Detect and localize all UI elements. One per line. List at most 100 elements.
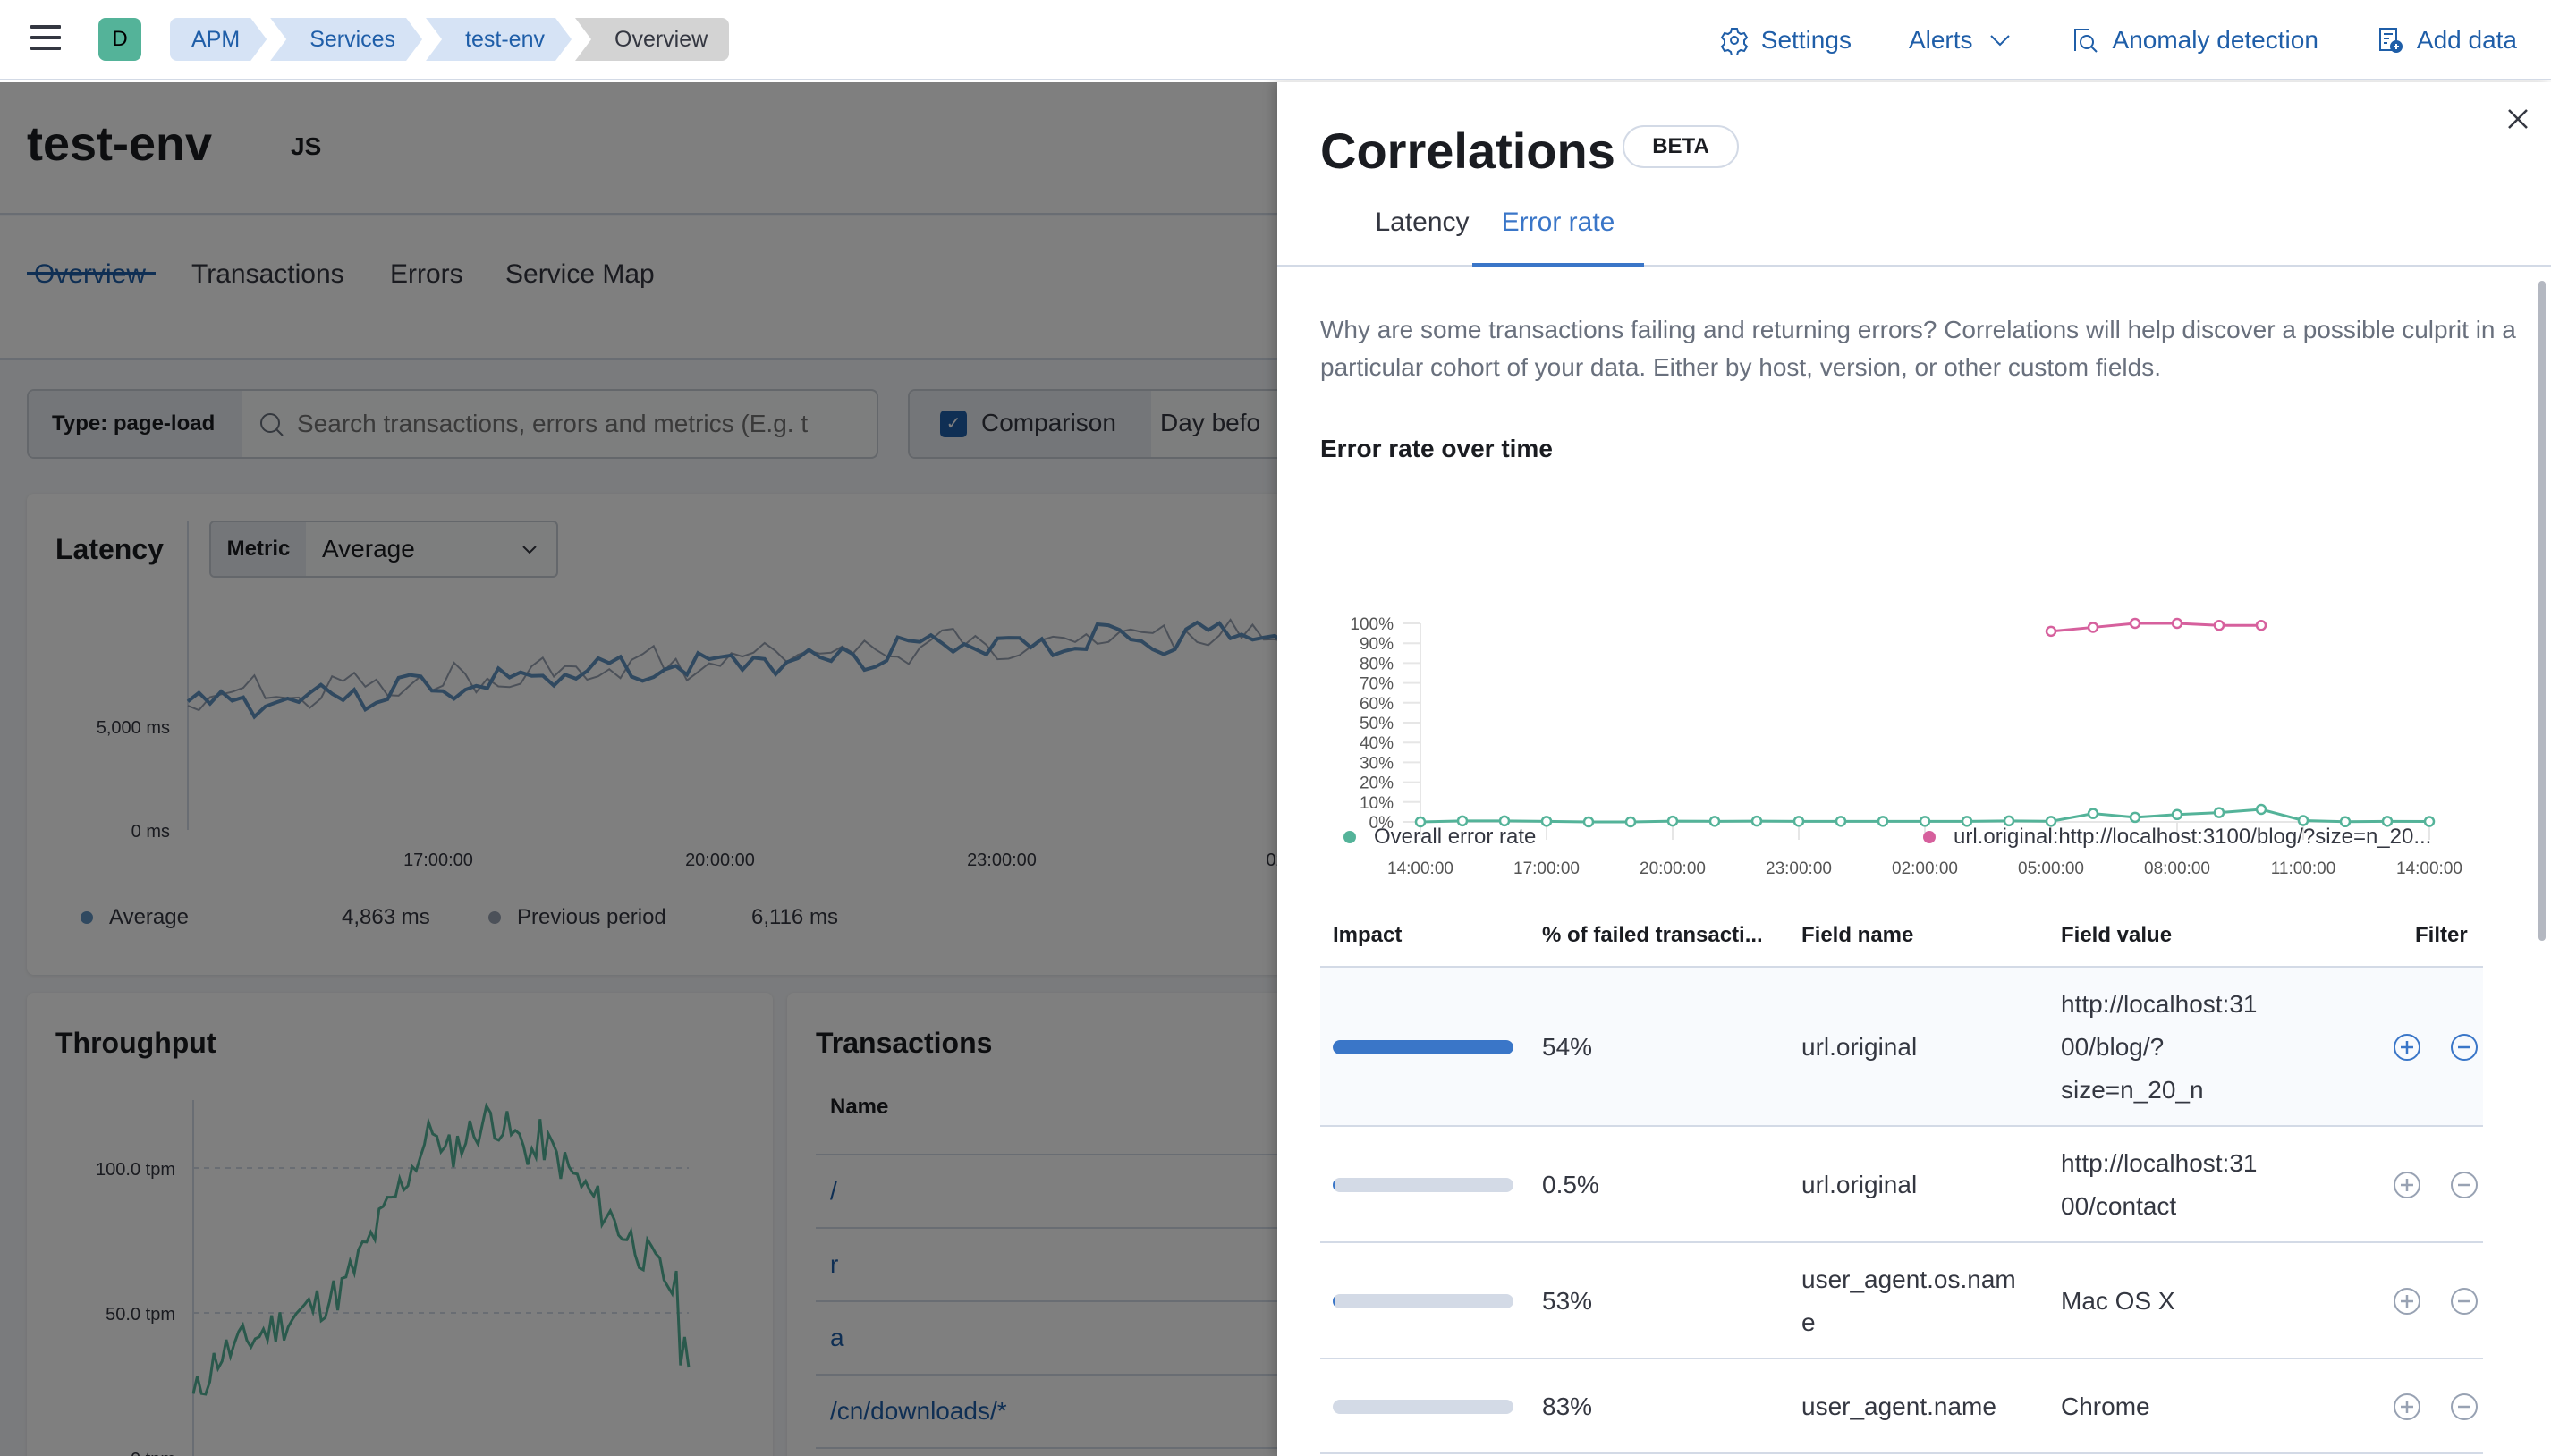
tab-error-rate[interactable]: Error rate	[1472, 207, 1644, 267]
y-tick-label: 10%	[1360, 794, 1394, 813]
x-tick-label: 14:00:00	[1387, 859, 1453, 878]
data-point	[2047, 627, 2055, 636]
beta-badge: BETA	[1623, 125, 1739, 168]
data-point	[2299, 816, 2308, 825]
filter-include-icon[interactable]	[2392, 1032, 2422, 1062]
field-name-cell: url.original	[1801, 1026, 1917, 1069]
filter-exclude-icon[interactable]	[2449, 1392, 2479, 1422]
add-data-link[interactable]: Add data	[2376, 26, 2517, 55]
col-failed-pct[interactable]: % of failed transacti...	[1542, 923, 1763, 948]
filter-include-icon[interactable]	[2392, 1170, 2422, 1200]
menu-icon-bar	[30, 47, 61, 50]
chevron-down-icon	[1986, 26, 2014, 55]
data-point	[2131, 813, 2140, 822]
anomaly-detection-label: Anomaly detection	[2113, 26, 2318, 55]
data-point	[2131, 619, 2140, 628]
top-header: D APM Services test-env Overview Setting…	[0, 0, 2551, 80]
y-tick-label: 20%	[1360, 775, 1394, 793]
impact-bar	[1333, 1400, 1513, 1414]
y-tick-label: 40%	[1360, 734, 1394, 753]
correlations-flyout: Correlations BETA Latency Error rate Why…	[1277, 82, 2551, 1456]
impact-bar-fill	[1333, 1178, 1335, 1192]
chart-title: Error rate over time	[1320, 435, 1553, 463]
breadcrumb: APM Services test-env Overview	[170, 18, 733, 61]
data-point	[1668, 817, 1677, 825]
legend-dot-url	[1923, 831, 1936, 843]
col-field-name[interactable]: Field name	[1801, 923, 1913, 948]
menu-button[interactable]	[30, 25, 64, 54]
field-name-cell: user_agent.os.name	[1801, 1258, 2016, 1344]
field-name-cell: url.original	[1801, 1164, 1917, 1206]
series-line-1	[2051, 623, 2261, 631]
col-field-value[interactable]: Field value	[2061, 923, 2172, 948]
alerts-label: Alerts	[1909, 26, 1973, 55]
failed-pct-cell: 54%	[1542, 1026, 1592, 1069]
anomaly-detection-link[interactable]: Anomaly detection	[2072, 26, 2318, 55]
x-tick-label: 20:00:00	[1640, 859, 1706, 878]
settings-link[interactable]: Settings	[1720, 26, 1852, 55]
space-avatar[interactable]: D	[98, 18, 141, 61]
data-point	[2089, 622, 2098, 631]
x-tick-label: 17:00:00	[1513, 859, 1580, 878]
data-point	[1710, 817, 1719, 825]
alerts-menu[interactable]: Alerts	[1909, 26, 2014, 55]
modal-overlay[interactable]	[0, 82, 1277, 1456]
y-tick-label: 50%	[1360, 715, 1394, 733]
data-point	[1584, 817, 1593, 826]
failed-pct-cell: 53%	[1542, 1280, 1592, 1323]
legend-overall-error-rate[interactable]: Overall error rate	[1343, 825, 1536, 850]
data-point	[1794, 817, 1803, 825]
impact-bar-fill	[1333, 1040, 1513, 1054]
header-links: Settings Alerts Anomaly detection Add da…	[1720, 0, 2517, 80]
legend-url-original[interactable]: url.original:http://localhost:3100/blog/…	[1923, 825, 2431, 850]
close-icon[interactable]	[2504, 106, 2531, 132]
data-point	[1878, 817, 1887, 825]
y-tick-label: 60%	[1360, 695, 1394, 714]
table-row[interactable]: 53%user_agent.os.nameMac OS X	[1320, 1243, 2483, 1359]
flyout-title: Correlations	[1320, 122, 1615, 180]
filter-exclude-icon[interactable]	[2449, 1170, 2479, 1200]
gear-icon	[1720, 26, 1749, 55]
failed-pct-cell: 0.5%	[1542, 1164, 1599, 1206]
legend-dot-overall	[1343, 831, 1356, 843]
breadcrumb-test-env[interactable]: test-env	[426, 18, 572, 61]
filter-include-icon[interactable]	[2392, 1286, 2422, 1316]
data-point	[1626, 817, 1635, 826]
x-tick-label: 02:00:00	[1892, 859, 1958, 878]
menu-icon-bar	[30, 25, 61, 29]
table-row[interactable]: 0.5% url.original http://localhost:3100/co…	[1320, 1127, 2483, 1243]
table-row[interactable]: 83%user_agent.nameChrome	[1320, 1359, 2483, 1454]
impact-bar	[1333, 1040, 1513, 1054]
x-tick-label: 05:00:00	[2018, 859, 2084, 878]
impact-bar	[1333, 1178, 1513, 1192]
col-filter: Filter	[2415, 923, 2468, 948]
add-data-icon	[2376, 26, 2404, 55]
legend-label: Overall error rate	[1374, 825, 1536, 850]
y-tick-label: 80%	[1360, 655, 1394, 673]
y-tick-label: 30%	[1360, 754, 1394, 773]
data-point	[1542, 817, 1551, 825]
impact-bar-fill	[1333, 1294, 1335, 1308]
flyout-tabs: Latency Error rate	[1277, 207, 2551, 267]
field-value-cell: http://localhost:3100/contact	[2061, 1142, 2257, 1228]
filter-exclude-icon[interactable]	[2449, 1032, 2479, 1062]
legend-label: url.original:http://localhost:3100/blog/…	[1954, 825, 2431, 850]
table-row[interactable]: 54%url.originalhttp://localhost:3100/blo…	[1320, 968, 2483, 1127]
x-tick-label: 14:00:00	[2396, 859, 2462, 878]
x-tick-label: 11:00:00	[2271, 859, 2336, 878]
flyout-description: Why are some transactions failing and re…	[1320, 311, 2519, 386]
filter-exclude-icon[interactable]	[2449, 1286, 2479, 1316]
y-tick-label: 70%	[1360, 675, 1394, 694]
data-point	[2215, 808, 2224, 817]
col-impact[interactable]: Impact	[1333, 923, 1402, 948]
breadcrumb-overview: Overview	[575, 18, 729, 61]
data-point	[2173, 810, 2182, 819]
breadcrumb-services[interactable]: Services	[270, 18, 422, 61]
data-point	[1836, 817, 1845, 825]
data-point	[2257, 621, 2266, 630]
breadcrumb-apm[interactable]: APM	[170, 18, 267, 61]
y-tick-label: 100%	[1350, 615, 1394, 634]
filter-include-icon[interactable]	[2392, 1392, 2422, 1422]
data-point	[2173, 619, 2182, 628]
x-tick-label: 23:00:00	[1766, 859, 1832, 878]
